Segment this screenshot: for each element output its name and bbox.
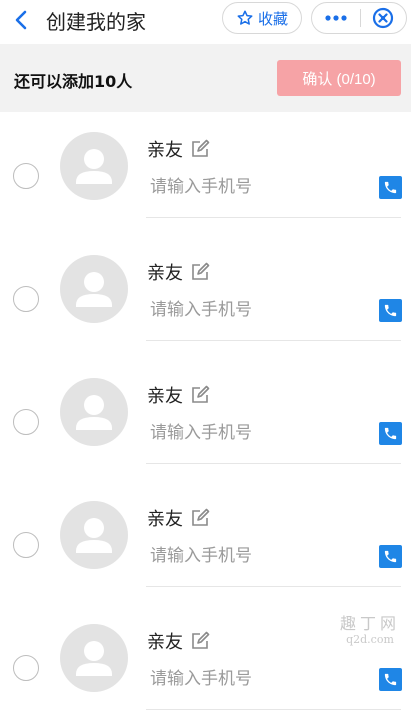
phone-input[interactable]: 请输入手机号 [150,664,252,689]
person-icon [76,518,112,553]
person-icon [76,641,112,676]
close-button[interactable] [360,3,406,33]
edit-icon[interactable] [190,631,210,651]
row-divider [146,217,401,218]
contact-name[interactable]: 亲友 [147,382,183,408]
confirm-button[interactable]: 确认 (0/10) [277,60,401,96]
avatar [60,132,128,200]
person-icon [76,272,112,307]
add-limit-bar: 还可以添加10人 确认 (0/10) [0,44,411,112]
select-radio[interactable] [13,655,39,681]
phone-book-button[interactable] [379,299,402,322]
star-icon [237,10,253,25]
edit-icon[interactable] [190,139,210,159]
phone-book-button[interactable] [379,545,402,568]
edit-icon[interactable] [190,262,210,282]
close-circle-icon [373,7,394,29]
phone-icon [384,550,397,563]
contact-name[interactable]: 亲友 [147,628,183,654]
page-title: 创建我的家 [46,10,146,34]
phone-icon [384,304,397,317]
more-dots-icon [325,15,347,21]
row-divider [146,340,401,341]
chevron-left-icon[interactable] [10,8,34,32]
select-radio[interactable] [13,286,39,312]
edit-icon[interactable] [190,508,210,528]
contact-name[interactable]: 亲友 [147,505,183,531]
person-icon [76,395,112,430]
favorite-label: 收藏 [257,9,288,28]
title-bar: 创建我的家 收藏 [0,0,411,44]
phone-input[interactable]: 请输入手机号 [150,541,252,566]
watermark-line2: q2d.com [346,633,394,646]
contact-row: 亲友 请输入手机号 [0,358,411,481]
capsule-menu [311,2,407,34]
edit-icon[interactable] [190,385,210,405]
more-button[interactable] [312,3,360,33]
contact-name[interactable]: 亲友 [147,136,183,162]
select-radio[interactable] [13,163,39,189]
select-radio[interactable] [13,532,39,558]
select-radio[interactable] [13,409,39,435]
phone-input[interactable]: 请输入手机号 [150,295,252,320]
phone-book-button[interactable] [379,668,402,691]
phone-book-button[interactable] [379,176,402,199]
row-divider [146,586,401,587]
favorite-button[interactable]: 收藏 [222,2,302,34]
contact-row: 亲友 请输入手机号 [0,112,411,235]
phone-book-button[interactable] [379,422,402,445]
row-divider [146,709,401,710]
contact-row: 亲友 请输入手机号 [0,481,411,604]
avatar [60,378,128,446]
row-divider [146,463,401,464]
remaining-count-text: 还可以添加10人 [14,72,133,91]
phone-input[interactable]: 请输入手机号 [150,172,252,197]
contact-name[interactable]: 亲友 [147,259,183,285]
phone-icon [384,673,397,686]
watermark: 趣丁网 q2d.com [339,615,401,651]
avatar [60,624,128,692]
watermark-line1: 趣丁网 [339,614,400,633]
avatar [60,501,128,569]
phone-icon [384,181,397,194]
person-icon [76,149,112,184]
phone-input[interactable]: 请输入手机号 [150,418,252,443]
phone-icon [384,427,397,440]
contact-row: 亲友 请输入手机号 [0,235,411,358]
avatar [60,255,128,323]
